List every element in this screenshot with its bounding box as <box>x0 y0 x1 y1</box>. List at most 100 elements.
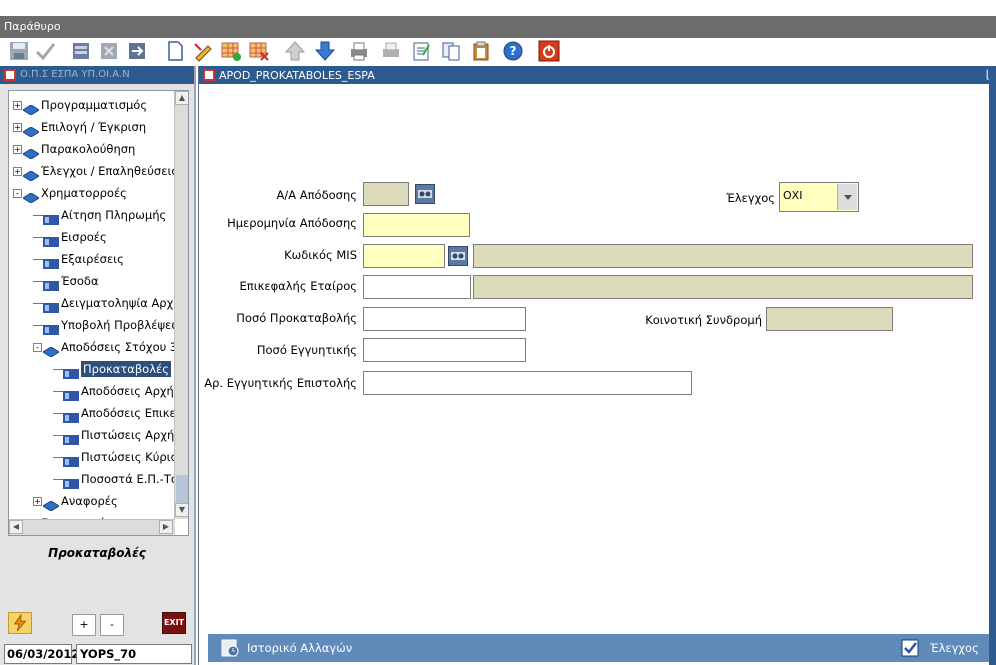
tree-node[interactable]: - Χρηματορροές <box>13 183 127 204</box>
tree-node[interactable]: + Έλεγχοι / Επαληθεύσεις <box>13 161 179 182</box>
tree-line <box>33 237 43 238</box>
tree-node[interactable]: + Προγραμματισμός <box>13 95 148 116</box>
expand-icon[interactable]: + <box>33 497 42 506</box>
form-icon <box>43 211 59 225</box>
poso-prokatabolis-label: Ποσό Προκαταβολής <box>236 311 357 325</box>
arrow-up-icon[interactable] <box>284 40 306 62</box>
tree-node[interactable]: Αποδόσεις Επικεφαλής <box>53 403 188 423</box>
tree-node[interactable]: Έσοδα <box>33 271 99 291</box>
history-button[interactable]: Ιστορικό Αλλαγών <box>247 641 352 655</box>
tree-node-label: Αποδόσεις Αρχής <box>81 384 181 398</box>
exit-button[interactable]: EXIT <box>162 612 186 634</box>
tree-node[interactable]: Δειγματοληψία Αρχής <box>33 293 187 313</box>
folder-icon <box>42 497 60 512</box>
app-icon <box>4 69 16 81</box>
chevron-down-icon[interactable] <box>837 184 857 210</box>
printer-gray-icon[interactable] <box>380 40 402 62</box>
lov-search-icon[interactable] <box>448 246 468 266</box>
tree-node[interactable]: Υποβολή Προβλέψεων <box>33 315 187 335</box>
tree-node[interactable]: Προκαταβολές <box>53 359 171 379</box>
kodikos-mis-description <box>473 244 973 268</box>
kodikos-mis-field[interactable] <box>363 244 445 268</box>
help-icon[interactable]: ? <box>502 40 524 62</box>
tree-line <box>53 479 63 480</box>
tree-node-label: Προκαταβολές <box>81 361 171 377</box>
ar-egyitikis-field[interactable] <box>363 371 692 395</box>
tree-node[interactable]: + Αναφορές <box>33 491 118 512</box>
status-user: YOPS_70 <box>76 644 192 664</box>
tree-node[interactable]: Εξαιρέσεις <box>33 249 124 269</box>
expand-icon[interactable]: + <box>13 145 22 154</box>
menu-window[interactable]: Παράθυρο <box>4 20 61 33</box>
form-icon <box>63 453 79 467</box>
tree-vertical-scrollbar[interactable]: ▲ ▼ <box>174 91 188 519</box>
tree-node[interactable]: - Αποδόσεις Στόχου 3 <box>33 337 177 358</box>
navigation-title-bar: Ο.Π.Σ ΕΣΠΑ ΥΠ.ΟΙ.Α.Ν <box>0 66 194 84</box>
kodikos-mis-label: Κωδικός MIS <box>284 248 357 262</box>
epikefalis-field[interactable] <box>363 275 471 299</box>
save-icon[interactable] <box>8 40 30 62</box>
tree-node[interactable]: Πιστώσεις Κύριου <box>53 447 184 467</box>
expand-all-button[interactable]: + <box>72 614 96 636</box>
grid-add-icon[interactable] <box>220 40 242 62</box>
check-document-icon[interactable] <box>900 638 920 658</box>
tree-node[interactable]: + Επιλογή / Έγκριση <box>13 117 146 138</box>
lightning-icon[interactable] <box>8 612 32 634</box>
new-page-icon[interactable] <box>164 40 186 62</box>
arrow-down-icon[interactable] <box>314 40 336 62</box>
tree-node-label: Έλεγχοι / Επαληθεύσεις <box>41 164 179 178</box>
lov-search-icon[interactable] <box>415 184 435 204</box>
scroll-up-icon[interactable]: ▲ <box>175 91 188 105</box>
poso-egyitikis-field[interactable] <box>363 338 526 362</box>
document-icon[interactable] <box>440 40 462 62</box>
tree-node[interactable]: + Παρακολούθηση <box>13 139 135 160</box>
aa-apodosis-field[interactable] <box>363 182 409 206</box>
expand-icon[interactable]: + <box>13 101 22 110</box>
check-icon[interactable] <box>34 40 56 62</box>
collapse-all-button[interactable]: - <box>100 614 124 636</box>
collapse-icon[interactable]: - <box>13 189 22 198</box>
koinotiki-field <box>766 307 893 331</box>
tree-line <box>53 457 63 458</box>
collapse-icon[interactable]: - <box>33 343 42 352</box>
edit-pencil-icon[interactable] <box>192 40 214 62</box>
db-icon[interactable] <box>70 40 92 62</box>
tree-node[interactable]: Αίτηση Πληρωμής <box>33 205 166 225</box>
scroll-thumb[interactable] <box>176 475 188 505</box>
form-icon <box>63 431 79 445</box>
expand-icon[interactable]: + <box>13 167 22 176</box>
navigation-title: Ο.Π.Σ ΕΣΠΑ ΥΠ.ΟΙ.Α.Ν <box>20 69 130 80</box>
form-icon <box>63 365 79 379</box>
scroll-down-icon[interactable]: ▼ <box>175 503 188 517</box>
tree-node-label: Υποβολή Προβλέψεων <box>61 318 188 332</box>
db-go-icon[interactable] <box>126 40 148 62</box>
tree-node[interactable]: Εισροές <box>33 227 107 247</box>
notes-icon[interactable] <box>410 40 432 62</box>
folder-icon <box>22 123 40 138</box>
scroll-right-icon[interactable]: ▶ <box>159 520 173 534</box>
printer-icon[interactable] <box>348 40 370 62</box>
clipboard-icon[interactable] <box>470 40 492 62</box>
history-icon[interactable] <box>220 638 240 658</box>
tree-node[interactable]: Αποδόσεις Αρχής <box>53 381 181 401</box>
imerominia-field[interactable] <box>363 213 470 237</box>
elegxos-select[interactable]: ΟΧΙ <box>779 182 859 212</box>
folder-icon <box>42 343 60 358</box>
navigation-tree: + Προγραμματισμός + Επιλογή / Έγκριση + Παρακ… <box>8 90 189 536</box>
tree-node[interactable]: Πιστώσεις Αρχής <box>53 425 181 445</box>
imerominia-label: Ημερομηνία Απόδοσης <box>227 216 357 230</box>
tree-horizontal-scrollbar[interactable]: ◀ ▶ <box>9 519 175 535</box>
selected-node-caption: Προκαταβολές <box>48 546 146 560</box>
tree-line <box>53 391 63 392</box>
tree-node[interactable]: Ποσοστά Ε.Π.-Ταμείου <box>53 469 188 489</box>
scroll-left-icon[interactable]: ◀ <box>9 520 23 534</box>
db-delete-icon[interactable] <box>98 40 120 62</box>
tree-node-label: Πιστώσεις Κύριου <box>81 450 185 464</box>
check-button[interactable]: Έλεγχος <box>930 641 979 655</box>
poso-prokatabolis-field[interactable] <box>363 307 526 331</box>
grid-remove-icon[interactable] <box>248 40 270 62</box>
tree-node-label: Προγραμματισμός <box>41 98 148 112</box>
minimize-icon[interactable]: ⌊ <box>986 68 990 81</box>
expand-icon[interactable]: + <box>13 123 22 132</box>
power-icon[interactable] <box>538 40 560 62</box>
